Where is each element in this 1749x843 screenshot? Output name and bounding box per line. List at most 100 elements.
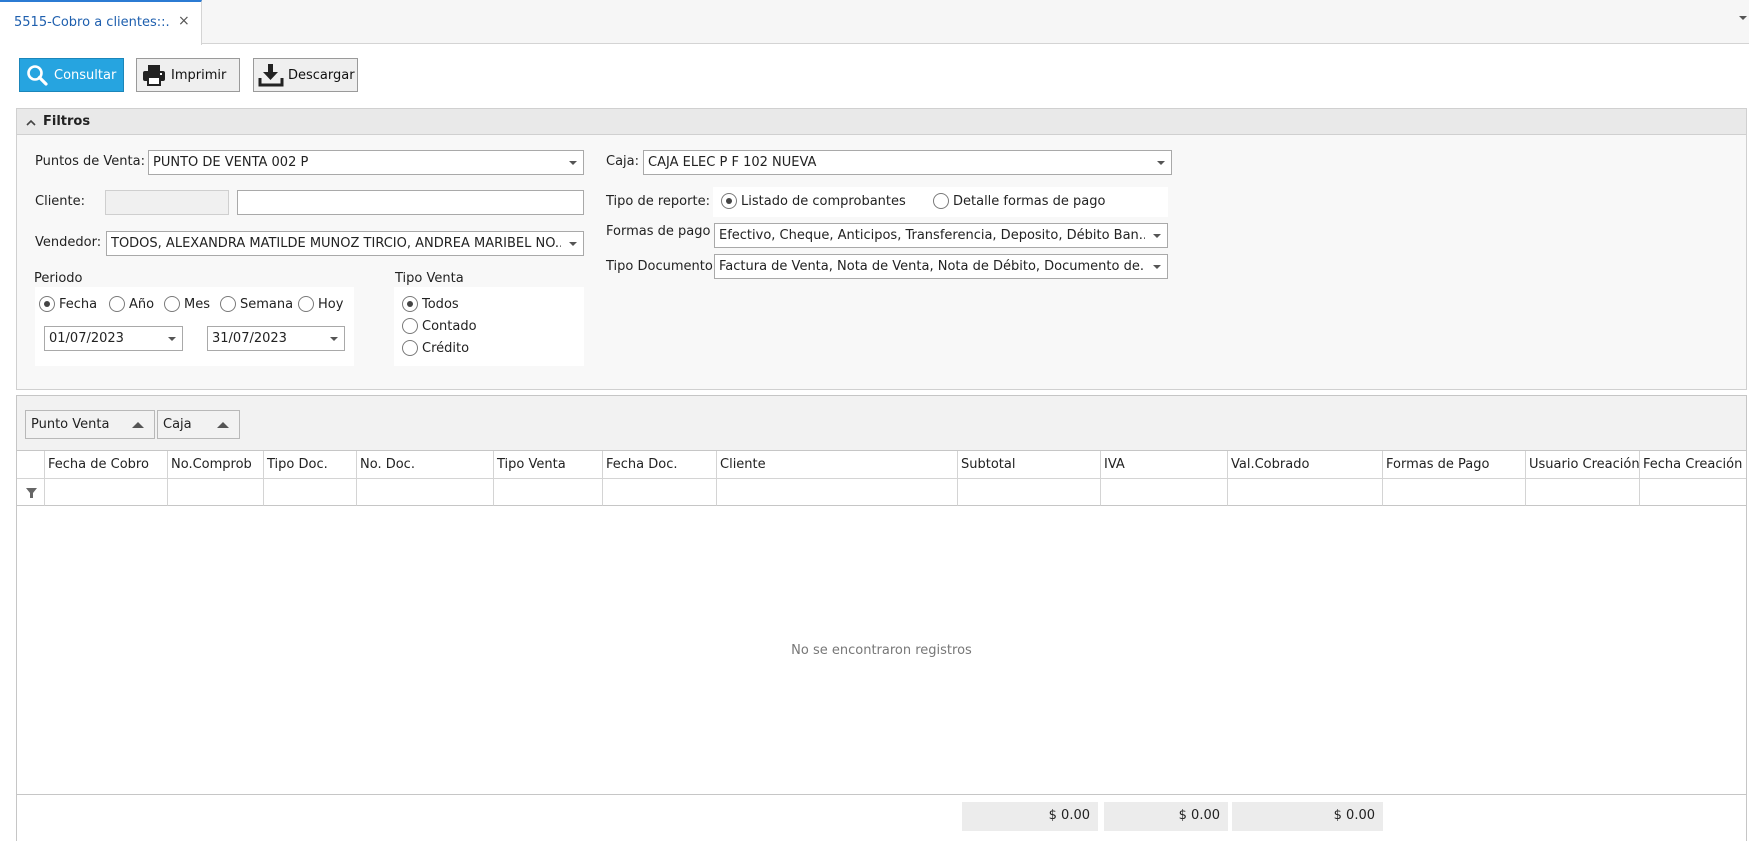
- col-header-cliente[interactable]: Cliente: [717, 451, 958, 479]
- col-header-no-comprob[interactable]: No.Comprob: [168, 451, 264, 479]
- periodo-radio-hoy[interactable]: Hoy: [298, 296, 343, 312]
- periodo-radio-mes[interactable]: Mes: [164, 296, 210, 312]
- col-header-fecha-creacion[interactable]: Fecha Creación: [1640, 451, 1746, 479]
- empty-grid-message: No se encontraron registros: [791, 643, 972, 658]
- radio-label: Año: [129, 296, 155, 312]
- formas-pago-value: Efectivo, Cheque, Anticipos, Transferenc…: [719, 228, 1145, 243]
- radio-icon: [933, 193, 949, 209]
- radio-label: Crédito: [422, 340, 470, 356]
- tipo-documento-label: Tipo Documento: [606, 259, 713, 274]
- document-tab-bar: 5515-Cobro a clientes::. ×: [0, 0, 1749, 45]
- fecha-hasta-picker[interactable]: 31/07/2023: [207, 326, 345, 351]
- radio-icon: [402, 318, 418, 334]
- filter-cell-fecha-creacion[interactable]: [1640, 479, 1746, 506]
- chevron-down-icon: [1157, 161, 1165, 165]
- col-header-usuario-creacion[interactable]: Usuario Creación: [1526, 451, 1640, 479]
- radio-icon: [298, 296, 314, 312]
- col-header-subtotal[interactable]: Subtotal: [958, 451, 1101, 479]
- caja-select[interactable]: CAJA ELEC P F 102 NUEVA: [643, 150, 1172, 175]
- col-header-tipo-doc[interactable]: Tipo Doc.: [264, 451, 357, 479]
- filter-cell-subtotal[interactable]: [958, 479, 1101, 506]
- col-header-formas-pago[interactable]: Formas de Pago: [1383, 451, 1526, 479]
- total-iva: $ 0.00: [1104, 802, 1228, 831]
- group-chip-label: Punto Venta: [31, 417, 110, 432]
- filter-cell-cliente[interactable]: [717, 479, 958, 506]
- filter-cell-no-comprob[interactable]: [168, 479, 264, 506]
- col-header-tipo-venta[interactable]: Tipo Venta: [494, 451, 603, 479]
- tipo-venta-label: Tipo Venta: [395, 271, 464, 286]
- total-val-cobrado: $ 0.00: [1232, 802, 1383, 831]
- col-header-fecha-doc[interactable]: Fecha Doc.: [603, 451, 717, 479]
- tipo-reporte-radio-detalle[interactable]: Detalle formas de pago: [933, 193, 1105, 209]
- fecha-hasta-value: 31/07/2023: [212, 331, 287, 346]
- radio-label: Mes: [184, 296, 210, 312]
- radio-label: Todos: [422, 296, 459, 312]
- chevron-up-icon[interactable]: [26, 116, 36, 126]
- vendedor-select[interactable]: TODOS, ALEXANDRA MATILDE MUÑOZ TIRCIO, A…: [106, 231, 584, 256]
- col-header-fecha-cobro[interactable]: Fecha de Cobro: [45, 451, 168, 479]
- tipo-venta-radio-credito[interactable]: Crédito: [402, 340, 469, 356]
- filter-cell-fecha-cobro[interactable]: [45, 479, 168, 506]
- vendedor-value: TODOS, ALEXANDRA MATILDE MUÑOZ TIRCIO, A…: [111, 236, 561, 251]
- sort-asc-icon: [132, 422, 144, 428]
- filter-cell-no-doc[interactable]: [357, 479, 494, 506]
- tipo-reporte-radio-listado[interactable]: Listado de comprobantes: [721, 193, 906, 209]
- tab-cobro-clientes[interactable]: 5515-Cobro a clientes::. ×: [0, 0, 202, 45]
- imprimir-label: Imprimir: [171, 67, 227, 83]
- filter-cell-iva[interactable]: [1101, 479, 1228, 506]
- radio-icon: [220, 296, 236, 312]
- col-header-iva[interactable]: IVA: [1101, 451, 1228, 479]
- printer-icon: [137, 59, 171, 91]
- filter-icon: [26, 488, 37, 498]
- group-by-panel: Punto Venta Caja: [17, 396, 1746, 451]
- fecha-desde-picker[interactable]: 01/07/2023: [44, 326, 183, 351]
- tipo-venta-radio-contado[interactable]: Contado: [402, 318, 477, 334]
- consultar-button[interactable]: Consultar: [19, 58, 124, 92]
- group-chip-punto-venta[interactable]: Punto Venta: [25, 410, 155, 439]
- tipo-documento-select[interactable]: Factura de Venta, Nota de Venta, Nota de…: [714, 254, 1168, 279]
- filter-row-indicator[interactable]: [17, 479, 45, 506]
- filter-cell-formas-pago[interactable]: [1383, 479, 1526, 506]
- formas-pago-label: Formas de pago: [606, 224, 711, 239]
- download-icon: [254, 59, 288, 91]
- radio-label: Hoy: [318, 296, 344, 312]
- group-chip-label: Caja: [163, 417, 192, 432]
- tipo-venta-radio-todos[interactable]: Todos: [402, 296, 459, 312]
- filter-cell-val-cobrado[interactable]: [1228, 479, 1383, 506]
- chevron-down-icon: [569, 161, 577, 165]
- periodo-radio-ano[interactable]: Año: [109, 296, 154, 312]
- periodo-radio-fecha[interactable]: Fecha: [39, 296, 97, 312]
- puntos-venta-value: PUNTO DE VENTA 002 P: [153, 155, 309, 170]
- col-header-no-doc[interactable]: No. Doc.: [357, 451, 494, 479]
- group-chip-caja[interactable]: Caja: [157, 410, 240, 439]
- radio-icon: [39, 296, 55, 312]
- radio-label: Listado de comprobantes: [741, 193, 906, 209]
- radio-label: Detalle formas de pago: [953, 193, 1106, 209]
- tab-label: 5515-Cobro a clientes::.: [14, 15, 170, 30]
- filter-cell-tipo-doc[interactable]: [264, 479, 357, 506]
- cliente-label: Cliente:: [35, 194, 86, 209]
- radio-icon: [721, 193, 737, 209]
- radio-icon: [109, 296, 125, 312]
- tipo-reporte-label: Tipo de reporte:: [606, 194, 710, 209]
- descargar-label: Descargar: [288, 67, 355, 83]
- close-icon[interactable]: ×: [178, 13, 190, 29]
- filtros-panel: Filtros Puntos de Venta: PUNTO DE VENTA …: [16, 108, 1747, 390]
- row-indicator-header: [17, 451, 45, 479]
- filter-cell-usuario-creacion[interactable]: [1526, 479, 1640, 506]
- periodo-radio-semana[interactable]: Semana: [220, 296, 293, 312]
- filter-cell-tipo-venta[interactable]: [494, 479, 603, 506]
- formas-pago-select[interactable]: Efectivo, Cheque, Anticipos, Transferenc…: [714, 223, 1168, 248]
- filtros-header[interactable]: Filtros: [17, 109, 1746, 135]
- cliente-name-field[interactable]: [237, 190, 584, 215]
- filter-cell-fecha-doc[interactable]: [603, 479, 717, 506]
- radio-icon: [164, 296, 180, 312]
- results-grid: Punto Venta Caja Fecha de Cobro No.Compr…: [16, 395, 1747, 841]
- chevron-down-icon: [569, 242, 577, 246]
- descargar-button[interactable]: Descargar: [253, 58, 358, 92]
- imprimir-button[interactable]: Imprimir: [136, 58, 240, 92]
- chevron-down-icon[interactable]: [1739, 14, 1749, 24]
- col-header-val-cobrado[interactable]: Val.Cobrado: [1228, 451, 1383, 479]
- puntos-venta-select[interactable]: PUNTO DE VENTA 002 P: [148, 150, 584, 175]
- radio-label: Semana: [240, 296, 294, 312]
